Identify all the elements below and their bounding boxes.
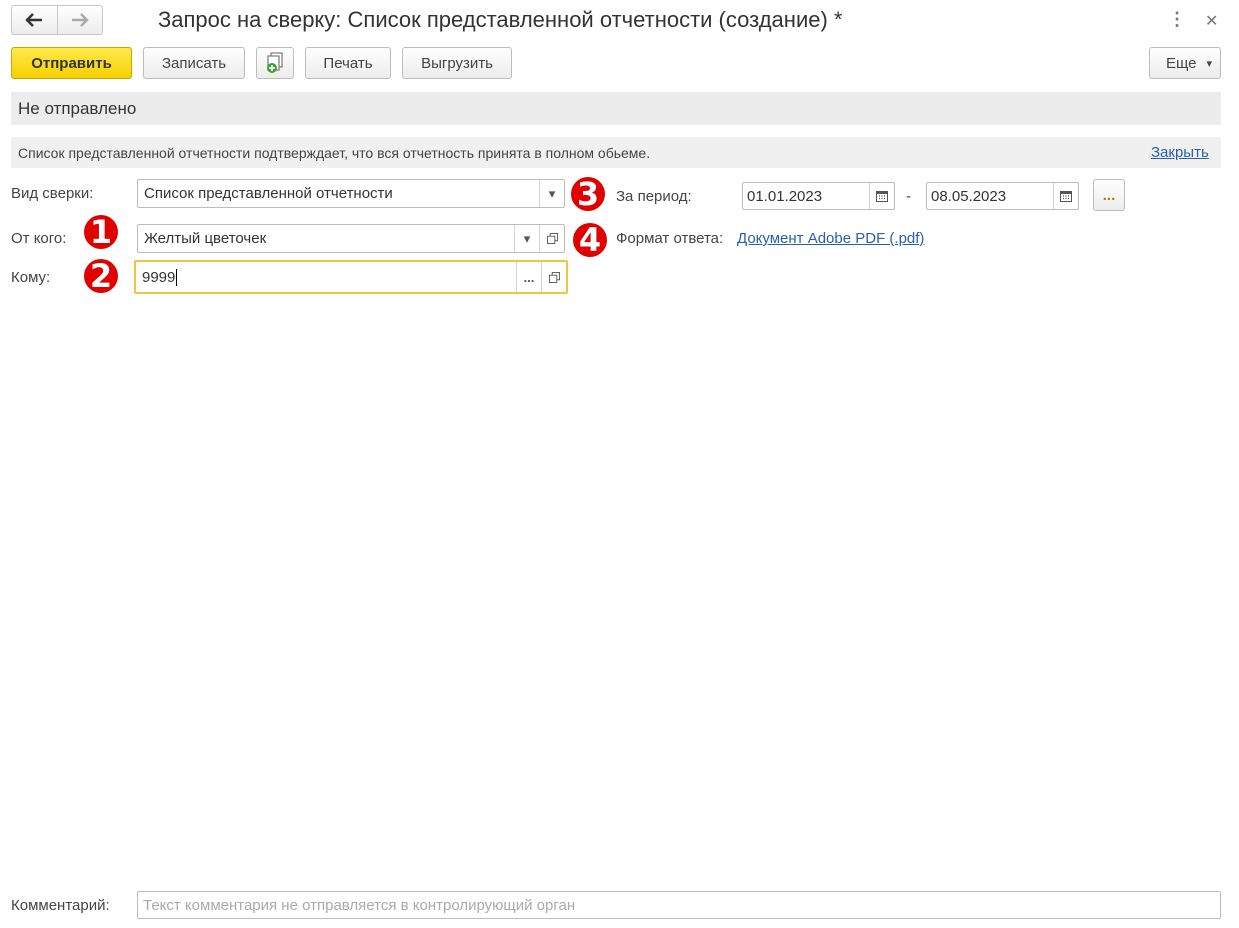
arrow-left-icon — [25, 13, 43, 27]
from-label: От кого: — [11, 230, 67, 247]
period-end-input[interactable]: 08.05.2023 — [926, 182, 1079, 210]
copy-document-button[interactable] — [256, 47, 294, 79]
badge-1: 1 — [84, 215, 118, 249]
to-select-icon[interactable]: ... — [516, 262, 541, 292]
from-dropdown-icon[interactable]: ▾ — [514, 225, 539, 252]
kind-dropdown-icon[interactable]: ▾ — [539, 180, 564, 207]
more-button-label: Еще — [1166, 54, 1197, 72]
kind-value: Список представленной отчетности — [144, 185, 393, 202]
from-value: Желтый цветочек — [144, 230, 267, 247]
format-link[interactable]: Документ Adobe PDF (.pdf) — [737, 230, 924, 247]
copy-document-icon — [267, 52, 283, 73]
forward-button[interactable] — [56, 6, 103, 34]
period-select-button[interactable]: ... — [1093, 179, 1125, 211]
badge-4: 4 — [573, 223, 607, 257]
kind-select[interactable]: Список представленной отчетности ▾ — [137, 179, 565, 208]
to-value-wrap: 9999 — [136, 262, 516, 292]
comment-label: Комментарий: — [11, 897, 110, 914]
chevron-down-icon: ▾ — [1206, 57, 1213, 70]
status-text: Не отправлено — [18, 99, 137, 118]
period-start-value: 01.01.2023 — [747, 187, 823, 205]
save-button[interactable]: Записать — [143, 47, 245, 79]
arrow-right-icon — [71, 13, 89, 27]
period-end-value: 08.05.2023 — [931, 187, 1007, 205]
period-label: За период: — [616, 188, 692, 205]
badge-3: 3 — [571, 177, 605, 211]
format-label: Формат ответа: — [616, 230, 724, 247]
kind-label: Вид сверки: — [11, 185, 94, 202]
close-info-link[interactable]: Закрыть — [1151, 144, 1209, 161]
period-start-input[interactable]: 01.01.2023 — [742, 182, 895, 210]
close-icon[interactable]: ✕ — [1205, 11, 1218, 31]
back-button[interactable] — [12, 6, 57, 34]
calendar-icon[interactable] — [1053, 183, 1078, 209]
text-caret — [176, 268, 178, 286]
comment-input[interactable] — [137, 891, 1221, 919]
print-button[interactable]: Печать — [305, 47, 391, 79]
more-actions-icon[interactable]: ⋮ — [1168, 9, 1186, 30]
badge-2: 2 — [84, 259, 118, 293]
to-label: Кому: — [11, 269, 51, 286]
navigation-buttons — [11, 5, 103, 35]
info-text: Список представленной отчетности подтвер… — [18, 145, 651, 161]
page-title: Запрос на сверку: Список представленной … — [158, 7, 843, 32]
period-separator: - — [906, 188, 911, 205]
to-value: 9999 — [142, 268, 176, 286]
to-open-icon[interactable] — [541, 262, 566, 292]
send-button[interactable]: Отправить — [11, 47, 132, 79]
from-select[interactable]: Желтый цветочек ▾ — [137, 224, 565, 253]
to-input[interactable]: 9999 ... — [134, 260, 568, 294]
more-button[interactable]: Еще ▾ — [1149, 47, 1221, 79]
from-open-icon[interactable] — [539, 225, 564, 252]
export-button[interactable]: Выгрузить — [402, 47, 512, 79]
status-panel — [11, 92, 1221, 125]
calendar-icon[interactable] — [869, 183, 894, 209]
